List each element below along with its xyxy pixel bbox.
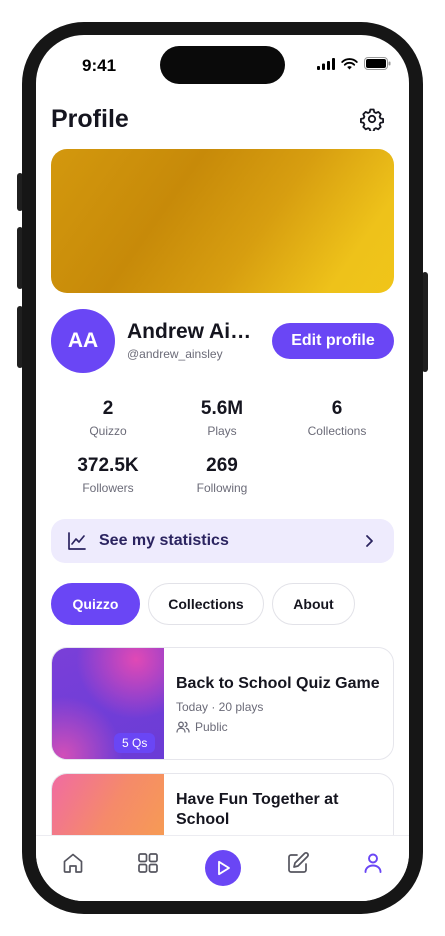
- stat-plays[interactable]: 5.6M Plays: [167, 398, 277, 438]
- gear-icon: [360, 108, 384, 133]
- wifi-icon: [341, 57, 358, 69]
- chevron-right-icon: [366, 535, 373, 547]
- quiz-visibility: Public: [176, 720, 228, 734]
- nav-profile[interactable]: [360, 850, 386, 876]
- tab-quizzo[interactable]: Quizzo: [51, 583, 140, 625]
- battery-icon: [364, 57, 391, 70]
- nav-library[interactable]: [135, 850, 161, 876]
- stat-collections[interactable]: 6 Collections: [282, 398, 392, 438]
- nav-create[interactable]: [285, 850, 311, 876]
- question-count-badge: 5 Qs: [114, 733, 156, 753]
- stat-label: Quizzo: [89, 424, 127, 438]
- chart-line-icon: [68, 532, 86, 550]
- stat-value: 269: [206, 455, 238, 476]
- see-statistics-button[interactable]: See my statistics: [51, 519, 394, 563]
- edit-icon: [288, 852, 309, 873]
- avatar[interactable]: AA: [51, 309, 115, 373]
- play-icon: [218, 860, 230, 876]
- stat-label: Following: [196, 481, 248, 495]
- user-handle: @andrew_ainsley: [127, 347, 223, 361]
- bottom-nav: [36, 835, 409, 901]
- user-name: Andrew Ainsley: [127, 320, 263, 343]
- nav-play-button[interactable]: [205, 850, 241, 886]
- stat-label: Followers: [82, 481, 134, 495]
- quiz-meta: Today · 20 plays: [176, 700, 264, 714]
- status-time: 9:41: [82, 56, 117, 75]
- dynamic-island: [160, 46, 285, 84]
- quiz-visibility-label: Public: [195, 720, 228, 734]
- settings-button[interactable]: [360, 107, 384, 133]
- tab-about[interactable]: About: [272, 583, 355, 625]
- stat-value: 5.6M: [200, 398, 244, 419]
- edit-profile-button[interactable]: Edit profile: [272, 323, 394, 359]
- quiz-title: Back to School Quiz Game: [176, 675, 380, 692]
- home-icon: [63, 853, 83, 873]
- grid-icon: [138, 853, 158, 873]
- status-icons: [317, 57, 391, 70]
- profile-cover-banner: [51, 149, 394, 293]
- stat-quizzo[interactable]: 2 Quizzo: [53, 398, 163, 438]
- screen: 9:41 Profile AA Andrew Ainsley @andrew_a…: [36, 35, 409, 901]
- quiz-title: Have Fun Together at School: [176, 791, 339, 828]
- stat-label: Plays: [207, 424, 237, 438]
- quiz-card[interactable]: 5 Qs Back to School Quiz Game Today · 20…: [51, 647, 394, 760]
- signal-icon: [317, 57, 335, 70]
- stat-value: 2: [102, 398, 114, 419]
- stat-followers[interactable]: 372.5K Followers: [53, 455, 163, 495]
- nav-home[interactable]: [60, 850, 86, 876]
- page-title: Profile: [51, 105, 129, 133]
- see-statistics-label: See my statistics: [99, 532, 229, 549]
- stat-value: 372.5K: [77, 455, 139, 476]
- stat-following[interactable]: 269 Following: [167, 455, 277, 495]
- stat-value: 6: [331, 398, 343, 419]
- user-icon: [364, 853, 382, 873]
- stat-label: Collections: [307, 424, 367, 438]
- users-icon: [176, 721, 190, 733]
- tab-collections[interactable]: Collections: [148, 583, 264, 625]
